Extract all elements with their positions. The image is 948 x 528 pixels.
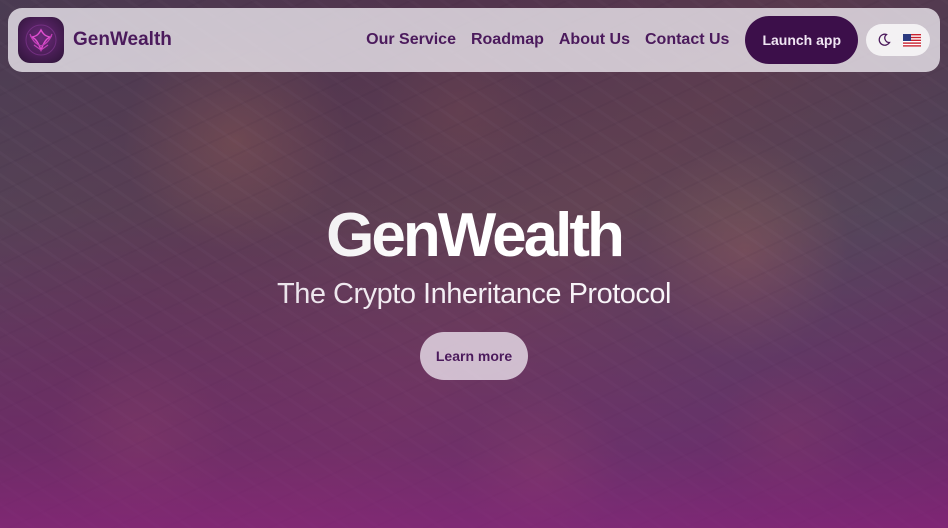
- hero-title: GenWealth: [0, 200, 948, 272]
- theme-toggle-button[interactable]: [873, 29, 895, 51]
- nav-link-contact-us[interactable]: Contact Us: [645, 31, 729, 49]
- language-button[interactable]: [901, 29, 923, 51]
- nav-link-our-service[interactable]: Our Service: [366, 31, 456, 49]
- hero-subtitle: The Crypto Inheritance Protocol: [0, 274, 948, 314]
- brand-logo[interactable]: [18, 17, 64, 63]
- settings-toggle-group: [866, 24, 930, 56]
- learn-more-button[interactable]: Learn more: [419, 332, 529, 380]
- nav-links: Our Service Roadmap About Us Contact Us …: [351, 16, 930, 64]
- hero-section: GenWealth The Crypto Inheritance Protoco…: [0, 200, 948, 380]
- moon-icon: [878, 33, 891, 46]
- nav-link-roadmap[interactable]: Roadmap: [471, 31, 544, 49]
- nav-link-about-us[interactable]: About Us: [559, 31, 630, 49]
- launch-app-button[interactable]: Launch app: [745, 16, 858, 64]
- brand-name[interactable]: GenWealth: [73, 29, 172, 51]
- us-flag-icon: [903, 33, 921, 47]
- navbar: GenWealth Our Service Roadmap About Us C…: [8, 8, 940, 72]
- phoenix-logo-icon: [25, 24, 57, 56]
